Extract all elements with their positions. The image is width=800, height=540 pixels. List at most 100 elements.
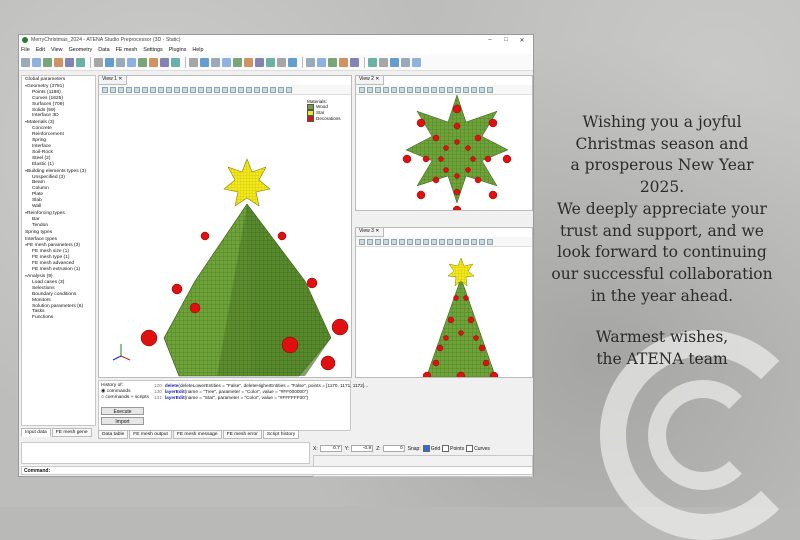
toolbar-tool-icon[interactable]: [401, 57, 410, 67]
maximize-button[interactable]: □: [498, 37, 514, 43]
menu-geometry[interactable]: Geometry: [69, 47, 93, 53]
history-options: History of: ◉ commands ○ commands + scri…: [101, 383, 149, 401]
function-name: delete: [164, 383, 179, 388]
tree-item[interactable]: Spring types: [22, 229, 95, 236]
y-field[interactable]: -0.9: [351, 445, 374, 452]
menu-file[interactable]: File: [21, 47, 30, 53]
signature-line: the ATENA team: [596, 350, 728, 369]
function-name: layerEdit: [164, 389, 185, 395]
close-button[interactable]: ✕: [514, 37, 530, 44]
greeting-line: in the year ahead.: [590, 286, 734, 305]
toolbar-tool-icon[interactable]: [127, 57, 136, 67]
toolbar-tool-icon[interactable]: [222, 57, 231, 67]
toolbar-tool-icon[interactable]: [390, 57, 399, 67]
greeting-line: 2025.: [639, 178, 685, 197]
toolbar-tool-icon[interactable]: [244, 57, 253, 67]
points-checkbox[interactable]: [442, 445, 450, 452]
tree-item[interactable]: Geometry (3781): [22, 83, 95, 90]
menu-fe-mesh[interactable]: FE mesh: [116, 47, 138, 53]
points-label: Points: [450, 445, 465, 452]
tree-item[interactable]: Global parameters: [22, 76, 95, 83]
execute-button[interactable]: Execute: [101, 407, 144, 415]
history-opt-commands-scripts[interactable]: ○ commands + scripts: [101, 395, 149, 401]
command-line[interactable]: Command:: [21, 466, 533, 475]
toolbar-tool-icon[interactable]: [339, 57, 348, 67]
toolbar-tool-icon[interactable]: [277, 57, 286, 67]
toolbar-tool-icon[interactable]: [200, 57, 209, 67]
toolbar-tool-icon[interactable]: [379, 57, 388, 67]
menu-view[interactable]: View: [51, 47, 63, 53]
view-2-panel[interactable]: View 2 ✕: [355, 75, 533, 211]
signature-line: Warmest wishes,: [595, 328, 729, 347]
toolbar-tool-icon[interactable]: [328, 57, 337, 67]
command-label: Command:: [24, 468, 51, 474]
toolbar-tool-icon[interactable]: [412, 57, 421, 67]
grid-checkbox[interactable]: [422, 445, 430, 452]
view-3-panel[interactable]: View 3 ✕: [355, 227, 533, 378]
greeting-line: We deeply appreciate your: [557, 199, 767, 218]
window-title: MerryChristmas_2024 - ATENA Studio Prepr…: [31, 37, 181, 43]
toolbar-tool-icon[interactable]: [116, 57, 125, 67]
toolbar-tool-icon[interactable]: [43, 57, 52, 67]
tab-fe-mesh-message[interactable]: FE mesh message: [172, 430, 222, 439]
function-name: layerEdit: [164, 395, 185, 401]
tab-script-history[interactable]: Script history: [262, 430, 300, 439]
z-field[interactable]: 0: [382, 445, 405, 452]
toolbar-tool-icon[interactable]: [233, 57, 242, 67]
menu-settings[interactable]: Settings: [143, 47, 162, 53]
toolbar-tool-icon[interactable]: [94, 57, 103, 67]
tab-input-data[interactable]: Input data: [21, 428, 51, 437]
line-number: 130: [154, 389, 162, 395]
menu-data[interactable]: Data: [98, 47, 109, 53]
toolbar-tool-icon[interactable]: [306, 57, 315, 67]
minimize-button[interactable]: –: [482, 37, 498, 43]
toolbar-tool-icon[interactable]: [255, 57, 264, 67]
toolbar-tool-icon[interactable]: [76, 57, 85, 67]
toolbar-tool-icon[interactable]: [160, 57, 169, 67]
tree-item[interactable]: Analysis (9): [22, 273, 95, 280]
toolbar-tool-icon[interactable]: [149, 57, 158, 67]
toolbar-tool-icon[interactable]: [54, 57, 63, 67]
toolbar-tool-icon[interactable]: [350, 57, 359, 67]
view-1-panel[interactable]: View 1 ✕ Materials: Wood Star Decoration…: [98, 75, 352, 378]
tree-item[interactable]: Functions: [22, 315, 95, 321]
curves-label: Curves: [474, 445, 490, 452]
tree-3d-model: [112, 158, 349, 377]
menu-help[interactable]: Help: [192, 47, 203, 53]
tab-fe-mesh-gen[interactable]: FE mesh gene: [51, 428, 92, 437]
toolbar-tool-icon[interactable]: [368, 57, 377, 67]
menu-plugins[interactable]: Plugins: [169, 47, 187, 53]
greeting-line: our successful collaboration: [551, 264, 773, 283]
tab-fe-mesh-error[interactable]: FE mesh error: [222, 430, 262, 439]
history-line[interactable]: 131 layerEdit(name = "Star", parameter = …: [154, 395, 368, 401]
tree-item[interactable]: Reinforcing types: [22, 210, 95, 217]
opt-label: commands: [106, 389, 131, 394]
tab-data-table[interactable]: Data table: [98, 430, 129, 439]
tab-fe-mesh-output[interactable]: FE mesh output: [129, 430, 172, 439]
toolbar-tool-icon[interactable]: [65, 57, 74, 67]
toolbar-tool-icon[interactable]: [266, 57, 275, 67]
line-number: 131: [154, 395, 162, 401]
toolbar-tool-icon[interactable]: [288, 57, 297, 67]
greeting-text: Wishing you a joyful Christmas season an…: [538, 112, 786, 371]
toolbar-tool-icon[interactable]: [211, 57, 220, 67]
curves-checkbox[interactable]: [466, 445, 474, 452]
logo-arc-inner: [648, 380, 758, 490]
toolbar-tool-icon[interactable]: [189, 57, 198, 67]
tree-item[interactable]: Building elements types (3): [22, 168, 95, 175]
y-label: Y:: [344, 445, 350, 452]
toolbar-tool-icon[interactable]: [138, 57, 147, 67]
toolbar-tool-icon[interactable]: [317, 57, 326, 67]
title-bar: MerryChristmas_2024 - ATENA Studio Prepr…: [19, 35, 533, 45]
toolbar-tool-icon[interactable]: [105, 57, 114, 67]
toolbar-tool-icon[interactable]: [21, 57, 30, 67]
import-button[interactable]: Import: [101, 417, 144, 425]
toolbar-separator: [364, 56, 365, 68]
menu-edit[interactable]: Edit: [36, 47, 45, 53]
x-field[interactable]: 0.7: [319, 445, 342, 452]
tree-item[interactable]: Interface types: [22, 236, 95, 243]
sidebar-tabs: Input data FE mesh gene: [21, 428, 93, 437]
toolbar-tool-icon[interactable]: [171, 57, 180, 67]
history-lines: 120 delete(deleteLowerEntities = "False",…: [154, 383, 368, 402]
toolbar-tool-icon[interactable]: [32, 57, 41, 67]
